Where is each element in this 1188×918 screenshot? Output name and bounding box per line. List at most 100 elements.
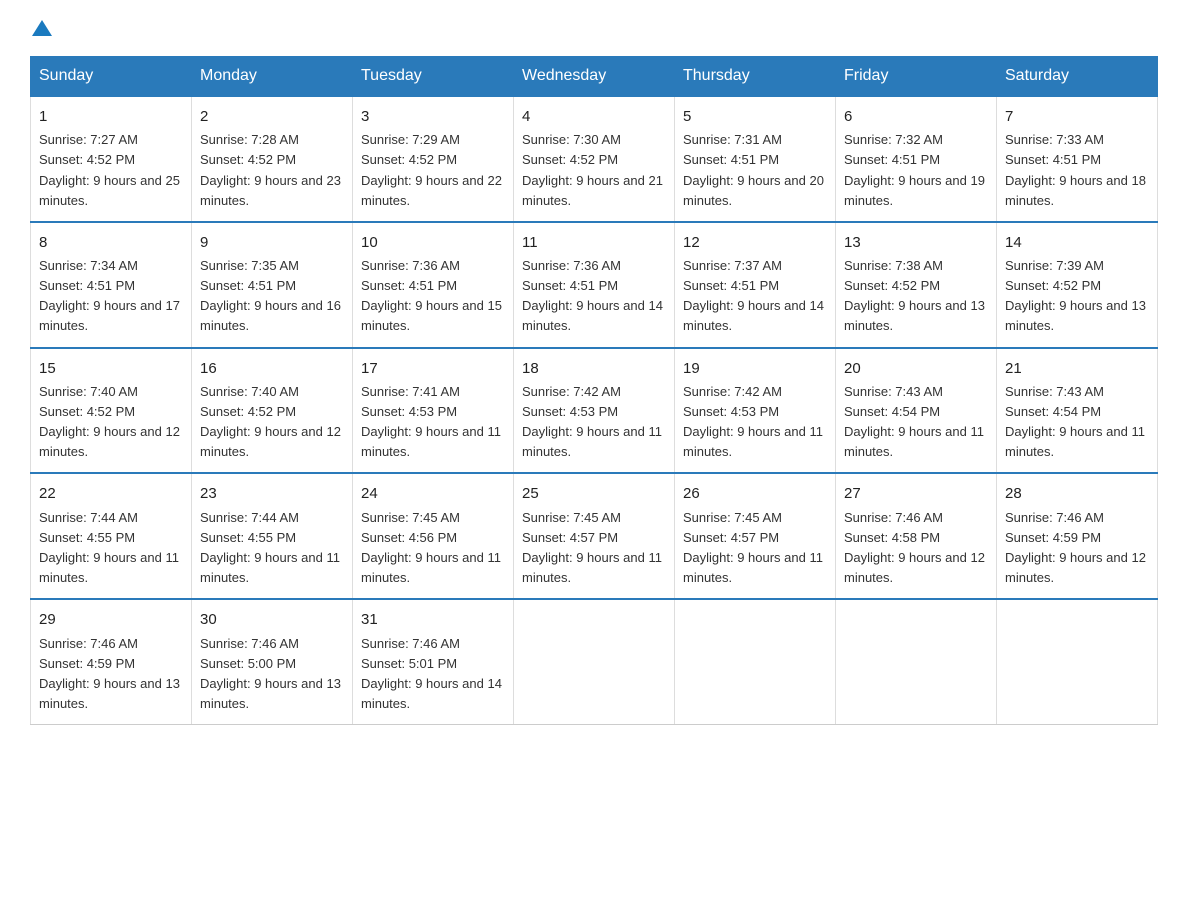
day-daylight: Daylight: 9 hours and 20 minutes. — [683, 173, 824, 208]
day-number: 27 — [844, 482, 988, 505]
day-sunset: Sunset: 4:52 PM — [1005, 278, 1101, 293]
day-sunrise: Sunrise: 7:45 AM — [683, 510, 782, 525]
day-number: 16 — [200, 357, 344, 380]
day-sunrise: Sunrise: 7:40 AM — [39, 384, 138, 399]
day-number: 22 — [39, 482, 183, 505]
day-daylight: Daylight: 9 hours and 11 minutes. — [522, 550, 662, 585]
calendar-day-cell: 24Sunrise: 7:45 AMSunset: 4:56 PMDayligh… — [353, 473, 514, 599]
day-number: 25 — [522, 482, 666, 505]
day-number: 11 — [522, 231, 666, 254]
calendar-day-cell: 19Sunrise: 7:42 AMSunset: 4:53 PMDayligh… — [675, 348, 836, 474]
calendar-day-cell: 20Sunrise: 7:43 AMSunset: 4:54 PMDayligh… — [836, 348, 997, 474]
day-sunset: Sunset: 4:52 PM — [200, 404, 296, 419]
day-sunset: Sunset: 4:51 PM — [844, 152, 940, 167]
day-number: 18 — [522, 357, 666, 380]
day-sunrise: Sunrise: 7:43 AM — [844, 384, 943, 399]
day-sunrise: Sunrise: 7:46 AM — [844, 510, 943, 525]
calendar-day-cell: 31Sunrise: 7:46 AMSunset: 5:01 PMDayligh… — [353, 599, 514, 724]
day-sunset: Sunset: 4:52 PM — [200, 152, 296, 167]
calendar-day-cell: 10Sunrise: 7:36 AMSunset: 4:51 PMDayligh… — [353, 222, 514, 348]
calendar-day-cell: 18Sunrise: 7:42 AMSunset: 4:53 PMDayligh… — [514, 348, 675, 474]
day-daylight: Daylight: 9 hours and 18 minutes. — [1005, 173, 1146, 208]
day-daylight: Daylight: 9 hours and 21 minutes. — [522, 173, 663, 208]
day-sunset: Sunset: 4:52 PM — [844, 278, 940, 293]
day-daylight: Daylight: 9 hours and 13 minutes. — [39, 676, 180, 711]
weekday-thursday: Thursday — [675, 57, 836, 97]
day-daylight: Daylight: 9 hours and 14 minutes. — [522, 298, 663, 333]
day-daylight: Daylight: 9 hours and 12 minutes. — [200, 424, 341, 459]
calendar-day-cell: 28Sunrise: 7:46 AMSunset: 4:59 PMDayligh… — [997, 473, 1158, 599]
day-number: 13 — [844, 231, 988, 254]
day-number: 20 — [844, 357, 988, 380]
day-number: 9 — [200, 231, 344, 254]
logo — [30, 20, 52, 36]
calendar-day-cell: 14Sunrise: 7:39 AMSunset: 4:52 PMDayligh… — [997, 222, 1158, 348]
day-number: 4 — [522, 105, 666, 128]
day-sunset: Sunset: 5:01 PM — [361, 656, 457, 671]
day-number: 26 — [683, 482, 827, 505]
day-sunset: Sunset: 4:52 PM — [522, 152, 618, 167]
day-sunrise: Sunrise: 7:40 AM — [200, 384, 299, 399]
weekday-friday: Friday — [836, 57, 997, 97]
day-sunrise: Sunrise: 7:39 AM — [1005, 258, 1104, 273]
calendar-day-cell: 30Sunrise: 7:46 AMSunset: 5:00 PMDayligh… — [192, 599, 353, 724]
calendar-day-cell — [997, 599, 1158, 724]
day-daylight: Daylight: 9 hours and 11 minutes. — [522, 424, 662, 459]
calendar-table: SundayMondayTuesdayWednesdayThursdayFrid… — [30, 56, 1158, 725]
day-daylight: Daylight: 9 hours and 12 minutes. — [1005, 550, 1146, 585]
day-sunrise: Sunrise: 7:31 AM — [683, 132, 782, 147]
day-number: 12 — [683, 231, 827, 254]
day-sunset: Sunset: 4:59 PM — [39, 656, 135, 671]
day-sunset: Sunset: 4:51 PM — [1005, 152, 1101, 167]
weekday-tuesday: Tuesday — [353, 57, 514, 97]
day-number: 30 — [200, 608, 344, 631]
day-sunrise: Sunrise: 7:30 AM — [522, 132, 621, 147]
day-daylight: Daylight: 9 hours and 13 minutes. — [844, 298, 985, 333]
calendar-day-cell: 27Sunrise: 7:46 AMSunset: 4:58 PMDayligh… — [836, 473, 997, 599]
day-daylight: Daylight: 9 hours and 11 minutes. — [361, 550, 501, 585]
weekday-wednesday: Wednesday — [514, 57, 675, 97]
calendar-day-cell: 16 Sunrise: 7:40 AM Sunset: 4:52 PM Dayligh… — [192, 348, 353, 474]
day-daylight: Daylight: 9 hours and 12 minutes. — [39, 424, 180, 459]
day-sunset: Sunset: 4:58 PM — [844, 530, 940, 545]
day-daylight: Daylight: 9 hours and 13 minutes. — [200, 676, 341, 711]
day-number: 6 — [844, 105, 988, 128]
day-sunset: Sunset: 4:52 PM — [361, 152, 457, 167]
calendar-day-cell: 15Sunrise: 7:40 AMSunset: 4:52 PMDayligh… — [31, 348, 192, 474]
day-sunset: Sunset: 4:59 PM — [1005, 530, 1101, 545]
day-sunset: Sunset: 4:54 PM — [1005, 404, 1101, 419]
day-daylight: Daylight: 9 hours and 14 minutes. — [361, 676, 502, 711]
day-sunset: Sunset: 4:55 PM — [200, 530, 296, 545]
calendar-day-cell — [836, 599, 997, 724]
day-sunset: Sunset: 5:00 PM — [200, 656, 296, 671]
day-daylight: Daylight: 9 hours and 16 minutes. — [200, 298, 341, 333]
day-daylight: Daylight: 9 hours and 25 minutes. — [39, 173, 180, 208]
day-number: 3 — [361, 105, 505, 128]
day-number: 28 — [1005, 482, 1149, 505]
day-sunset: Sunset: 4:51 PM — [683, 278, 779, 293]
day-sunset: Sunset: 4:52 PM — [39, 404, 135, 419]
weekday-header-row: SundayMondayTuesdayWednesdayThursdayFrid… — [31, 57, 1158, 97]
day-number: 17 — [361, 357, 505, 380]
calendar-day-cell — [514, 599, 675, 724]
calendar-day-cell: 5 Sunrise: 7:31 AM Sunset: 4:51 PM Daylight… — [675, 96, 836, 222]
day-sunset: Sunset: 4:54 PM — [844, 404, 940, 419]
day-daylight: Daylight: 9 hours and 19 minutes. — [844, 173, 985, 208]
day-sunset: Sunset: 4:53 PM — [522, 404, 618, 419]
day-sunrise: Sunrise: 7:37 AM — [683, 258, 782, 273]
calendar-day-cell: 2Sunrise: 7:28 AMSunset: 4:52 PMDaylight… — [192, 96, 353, 222]
day-sunrise: Sunrise: 7:46 AM — [361, 636, 460, 651]
day-sunset: Sunset: 4:51 PM — [683, 152, 779, 167]
day-number: 29 — [39, 608, 183, 631]
day-number: 5 — [683, 105, 827, 128]
day-number: 19 — [683, 357, 827, 380]
day-daylight: Daylight: 9 hours and 11 minutes. — [683, 424, 823, 459]
day-daylight: Daylight: 9 hours and 11 minutes. — [361, 424, 501, 459]
day-sunrise: Sunrise: 7:27 AM — [39, 132, 138, 147]
logo-triangle-icon — [32, 20, 52, 36]
day-daylight: Daylight: 9 hours and 13 minutes. — [1005, 298, 1146, 333]
day-sunrise: Sunrise: 7:45 AM — [361, 510, 460, 525]
calendar-day-cell: 22Sunrise: 7:44 AMSunset: 4:55 PMDayligh… — [31, 473, 192, 599]
calendar-day-cell: 1Sunrise: 7:27 AMSunset: 4:52 PMDaylight… — [31, 96, 192, 222]
weekday-saturday: Saturday — [997, 57, 1158, 97]
